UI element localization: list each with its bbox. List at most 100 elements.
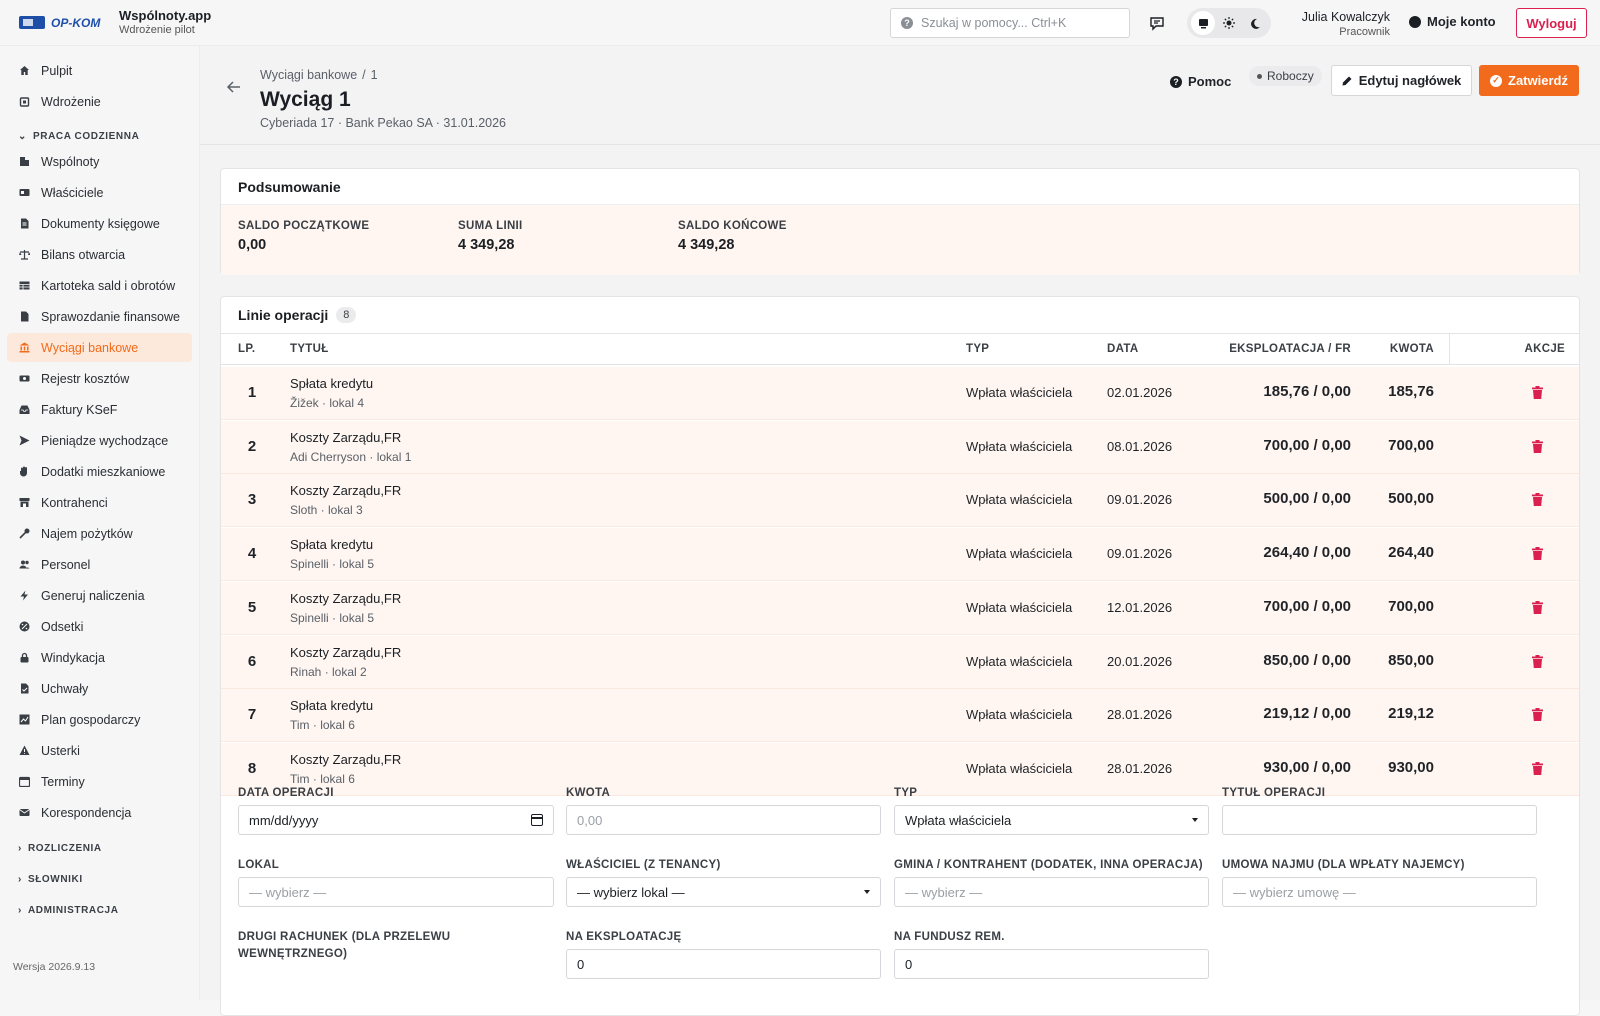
type-select[interactable]: Wpłata właściciela bbox=[894, 805, 1209, 835]
sidebar-item-uchwaly[interactable]: Uchwały bbox=[7, 674, 192, 703]
sidebar-item-personel[interactable]: Personel bbox=[7, 550, 192, 579]
calendar-icon[interactable] bbox=[531, 814, 543, 826]
sidebar-item-kontrahenci[interactable]: Kontrahenci bbox=[7, 488, 192, 517]
moon-icon[interactable] bbox=[1243, 11, 1267, 35]
top-bar: OP-KOM Wspólnoty.app Wdrożenie pilot ? S… bbox=[0, 0, 1600, 46]
table-row[interactable]: 5 Koszty Zarządu,FR Spinelli · lokal 5 Wpła… bbox=[221, 581, 1579, 635]
help-button[interactable]: ? Pomoc bbox=[1170, 74, 1231, 89]
unit-label: LOKAL bbox=[238, 859, 280, 871]
back-arrow-icon[interactable] bbox=[225, 78, 243, 96]
trash-icon[interactable] bbox=[1532, 654, 1543, 671]
table-icon bbox=[19, 280, 30, 291]
trash-icon[interactable] bbox=[1532, 600, 1543, 617]
sidebar-item-windykacja[interactable]: Windykacja bbox=[7, 643, 192, 672]
money-icon bbox=[19, 373, 30, 384]
logout-button[interactable]: Wyloguj bbox=[1516, 8, 1587, 38]
report-icon bbox=[19, 311, 30, 322]
breadcrumb-current: 1 bbox=[370, 68, 378, 82]
operations-card: Linie operacji 8 LP. TYTUŁ TYP DATA EKSP… bbox=[220, 296, 1580, 1016]
sidebar-item-wyciagi-bankowe[interactable]: Wyciągi bankowe bbox=[7, 333, 192, 362]
theme-switcher[interactable] bbox=[1187, 8, 1271, 38]
sidebar-item-label: Pieniądze wychodzące bbox=[41, 433, 169, 448]
trash-icon[interactable] bbox=[1532, 386, 1543, 402]
lease-select[interactable]: — wybierz umowę — bbox=[1222, 877, 1537, 907]
desktop-theme-icon[interactable] bbox=[1191, 11, 1215, 35]
table-row[interactable]: 3 Koszty Zarządu,FR Sloth · lokal 3 Wpłata … bbox=[221, 474, 1579, 528]
row-amount: 500,00 bbox=[1388, 490, 1434, 508]
table-row[interactable]: 4 Spłata kredytu Spinelli · lokal 5 Wpłata … bbox=[221, 528, 1579, 582]
lease-label: UMOWA NAJMU (DLA WPŁATY NAJEMCY) bbox=[1222, 859, 1465, 871]
sun-icon[interactable] bbox=[1217, 11, 1241, 35]
trash-icon[interactable] bbox=[1532, 708, 1543, 724]
sidebar-item-najem[interactable]: Najem pożytków bbox=[7, 519, 192, 548]
owner-select[interactable]: — wybierz lokal — bbox=[566, 877, 881, 907]
sidebar-item-wdrozenie[interactable]: Wdrożenie bbox=[7, 87, 192, 116]
sidebar-item-label: Kartoteka sald i obrotów bbox=[41, 278, 176, 293]
trash-icon[interactable] bbox=[1532, 493, 1543, 509]
row-number: 5 bbox=[247, 598, 257, 616]
sidebar-item-pieniadze-wychodzace[interactable]: Pieniądze wychodzące bbox=[7, 426, 192, 455]
row-title: Spłata kredytu bbox=[290, 376, 374, 391]
row-title: Koszty Zarządu,FR bbox=[290, 429, 402, 445]
edit-header-button[interactable]: Edytuj nagłówek bbox=[1331, 65, 1472, 96]
percent-icon bbox=[19, 621, 30, 632]
sidebar-item-wlasciciele[interactable]: Właściciele bbox=[7, 178, 192, 207]
my-account-button[interactable]: Moje konto bbox=[1409, 14, 1496, 29]
trash-icon[interactable] bbox=[1532, 547, 1543, 563]
sidebar-item-sprawozdanie[interactable]: Sprawozdanie finansowe bbox=[7, 302, 192, 331]
operation-title-field[interactable] bbox=[1222, 805, 1537, 835]
help-icon: ? bbox=[901, 17, 913, 29]
sidebar-item-label: Sprawozdanie finansowe bbox=[41, 309, 180, 324]
unit-select[interactable]: — wybierz — bbox=[238, 877, 554, 907]
sidebar-item-plan-gospodarczy[interactable]: Plan gospodarczy bbox=[7, 705, 192, 734]
sidebar-item-rejestr-kosztow[interactable]: Rejestr kosztów bbox=[7, 364, 192, 393]
sidebar-item-korespondencja[interactable]: Korespondencja bbox=[7, 798, 192, 827]
chat-icon[interactable] bbox=[1149, 15, 1165, 34]
trash-icon[interactable] bbox=[1532, 761, 1543, 778]
sidebar-item-dokumenty[interactable]: Dokumenty księgowe bbox=[7, 209, 192, 238]
row-amount: 700,00 bbox=[1388, 436, 1434, 454]
sidebar-item-generuj-naliczenia[interactable]: Generuj naliczenia bbox=[7, 581, 192, 610]
contractor-select[interactable]: — wybierz — bbox=[894, 877, 1209, 907]
approve-button[interactable]: ✓ Zatwierdź bbox=[1479, 65, 1579, 96]
amount-field[interactable]: 0,00 bbox=[566, 805, 881, 835]
sidebar-item-label: Generuj naliczenia bbox=[41, 588, 145, 603]
row-type: Wpłata właściciela bbox=[966, 760, 1073, 776]
pencil-icon bbox=[1342, 76, 1352, 86]
sidebar-item-terminy[interactable]: Terminy bbox=[7, 767, 192, 796]
table-row[interactable]: 7 Spłata kredytu Tim · lokal 6 Wpłata właśc… bbox=[221, 689, 1579, 743]
sidebar-item-odsetki[interactable]: Odsetki bbox=[7, 612, 192, 641]
section-settlements[interactable]: › ROZLICZENIA bbox=[18, 843, 102, 854]
sidebar-item-dodatki[interactable]: Dodatki mieszkaniowe bbox=[7, 457, 192, 486]
sidebar-item-wspolnoty[interactable]: Wspólnoty bbox=[7, 147, 192, 176]
sidebar-item-usterki[interactable]: Usterki bbox=[7, 736, 192, 765]
operation-date-field[interactable]: mm/dd/yyyy bbox=[238, 805, 554, 835]
help-search-input[interactable]: ? Szukaj w pomocy... Ctrl+K bbox=[890, 8, 1130, 38]
row-exploitation: 700,00 / 0,00 bbox=[1263, 597, 1351, 615]
summary-card: Podsumowanie SALDO POCZĄTKOWE 0,00 SUMA … bbox=[220, 168, 1580, 275]
row-amount: 850,00 bbox=[1388, 651, 1434, 669]
row-type: Wpłata właściciela bbox=[966, 653, 1073, 669]
sidebar-item-bilans[interactable]: Bilans otwarcia bbox=[7, 240, 192, 269]
sidebar-item-label: Plan gospodarczy bbox=[41, 712, 141, 727]
section-dictionaries[interactable]: › SŁOWNIKI bbox=[18, 874, 83, 885]
row-title: Koszty Zarządu,FR bbox=[290, 483, 402, 499]
table-row[interactable]: 2 Koszty Zarządu,FR Adi Cherryson · lokal … bbox=[221, 420, 1579, 474]
row-type: Wpłata właściciela bbox=[966, 599, 1073, 615]
exploitation-field[interactable]: 0 bbox=[566, 949, 881, 979]
trash-icon[interactable] bbox=[1532, 439, 1543, 456]
col-amount: KWOTA bbox=[1389, 343, 1434, 355]
row-date: 20.01.2026 bbox=[1107, 653, 1173, 669]
table-row[interactable]: 6 Koszty Zarządu,FR Rinah · lokal 2 Wpłata … bbox=[221, 635, 1579, 689]
breadcrumb-link-statements[interactable]: Wyciągi bankowe bbox=[260, 68, 357, 82]
section-administration[interactable]: › ADMINISTRACJA bbox=[18, 905, 119, 916]
table-row[interactable]: 1 Spłata kredytu Žižek · lokal 4 Wpłata wła… bbox=[221, 367, 1579, 420]
row-exploitation: 700,00 / 0,00 bbox=[1263, 436, 1351, 454]
sidebar-item-label: Odsetki bbox=[41, 619, 84, 634]
fund-field[interactable]: 0 bbox=[894, 949, 1209, 979]
sidebar-item-faktury-ksef[interactable]: Faktury KSeF bbox=[7, 395, 192, 424]
sidebar-item-kartoteka[interactable]: Kartoteka sald i obrotów bbox=[7, 271, 192, 300]
sidebar-item-pulpit[interactable]: Pulpit bbox=[7, 56, 192, 85]
section-daily-work[interactable]: ⌄ PRACA CODZIENNA bbox=[18, 131, 139, 142]
op-kom-logo[interactable]: OP-KOM bbox=[17, 12, 105, 34]
